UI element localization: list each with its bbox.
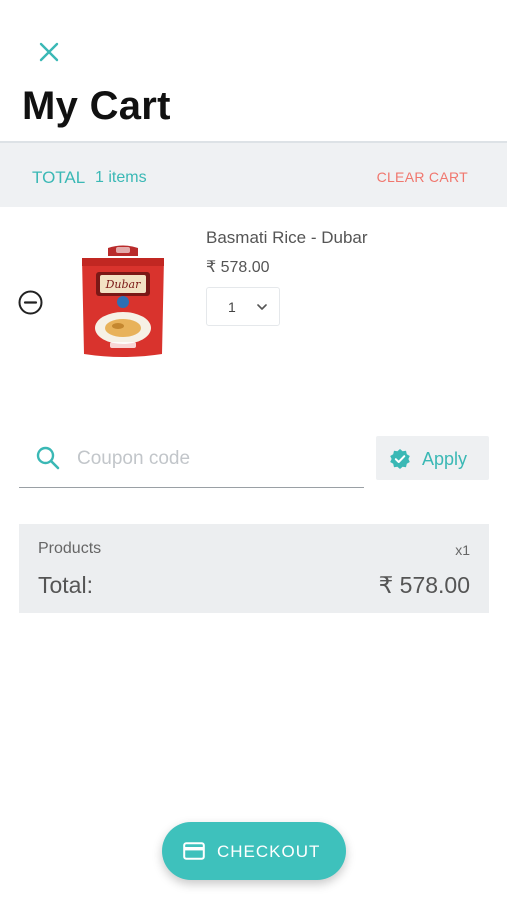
svg-text:Dubar: Dubar <box>105 278 142 291</box>
search-icon <box>36 446 60 470</box>
items-count: 1 items <box>95 169 147 186</box>
product-name: Basmati Rice - Dubar <box>206 228 368 247</box>
checkout-label: CHECKOUT <box>217 842 321 861</box>
product-price: ₹ 578.00 <box>206 259 270 276</box>
apply-label: Apply <box>422 449 468 469</box>
minus-circle-icon <box>18 290 43 315</box>
coupon-input[interactable] <box>77 444 357 474</box>
total-amount: ₹ 578.00 <box>378 572 470 598</box>
close-icon <box>39 42 59 62</box>
products-count: x1 <box>455 542 470 558</box>
page-title: My Cart <box>22 84 171 128</box>
checkout-button[interactable]: CHECKOUT <box>162 822 346 880</box>
verified-badge-icon <box>390 449 410 469</box>
product-image: Dubar <box>82 245 164 357</box>
remove-item-button[interactable] <box>18 290 43 315</box>
order-totals: Products x1 Total: ₹ 578.00 <box>19 524 489 613</box>
total-text: Total: <box>38 572 93 598</box>
quantity-value: 1 <box>228 299 236 315</box>
cart-summary-bar: TOTAL 1 items CLEAR CART <box>0 143 507 207</box>
chevron-down-icon <box>257 304 267 310</box>
quantity-select[interactable]: 1 <box>206 287 280 326</box>
coupon-field <box>19 432 364 488</box>
total-label: TOTAL <box>32 168 86 187</box>
close-button[interactable] <box>36 39 62 65</box>
products-label: Products <box>38 540 102 557</box>
clear-cart-button[interactable]: CLEAR CART <box>377 169 468 185</box>
apply-coupon-button[interactable]: Apply <box>376 436 489 480</box>
credit-card-icon <box>183 842 205 860</box>
